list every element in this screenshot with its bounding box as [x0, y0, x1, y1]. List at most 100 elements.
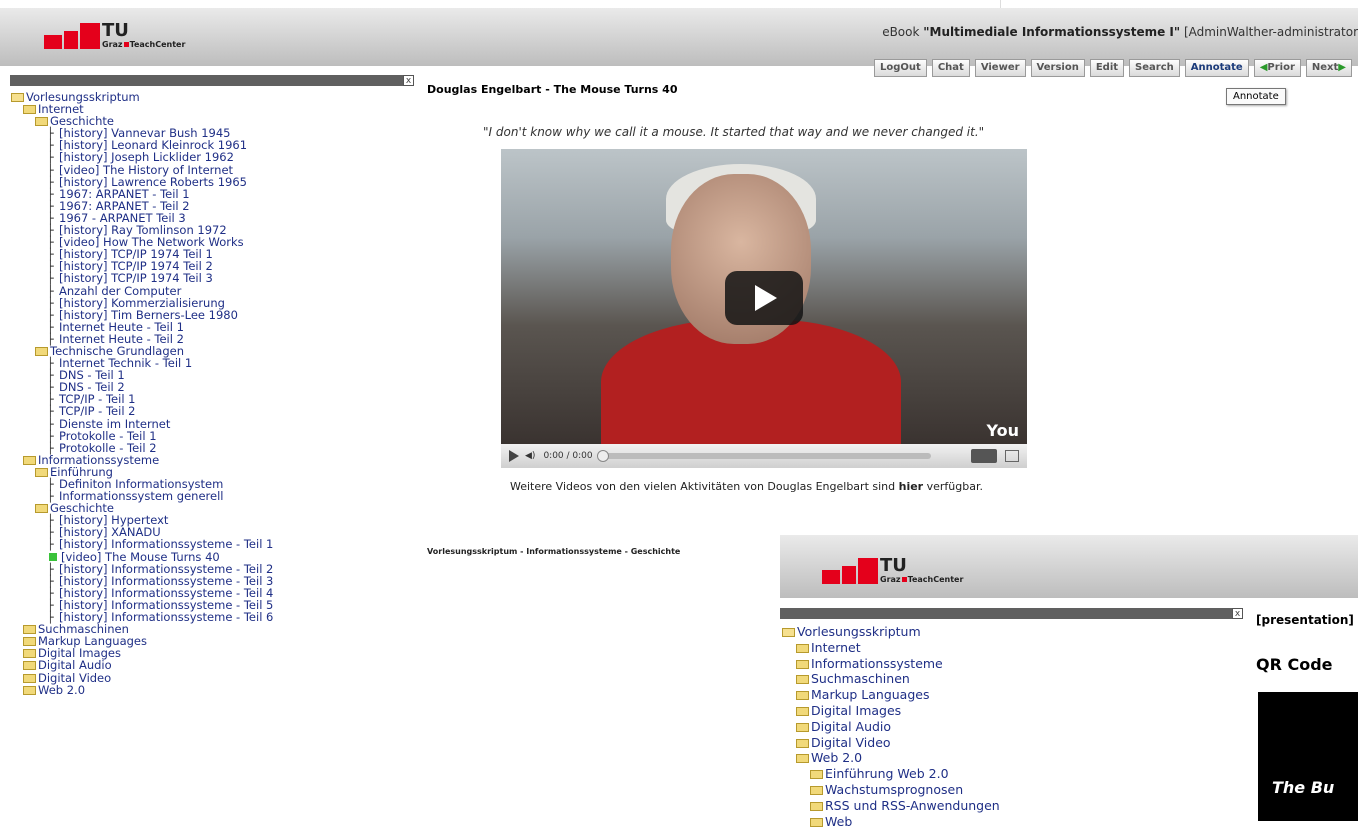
folder-icon: [23, 649, 36, 659]
tree-item-label[interactable]: Vorlesungsskriptum: [797, 624, 921, 639]
tree-folder-item[interactable]: Internet: [782, 640, 1000, 656]
edit-button[interactable]: Edit: [1089, 59, 1125, 77]
folder-icon: [23, 637, 36, 647]
folder-icon: [23, 673, 36, 683]
folder-icon: [35, 504, 48, 514]
folder-icon: [796, 675, 809, 685]
presentation-label: [presentation]: [1256, 613, 1354, 627]
folder-icon: [796, 691, 809, 701]
chat-button[interactable]: Chat: [931, 59, 970, 77]
tu-graz-logo[interactable]: TU Graz TeachCenter: [44, 22, 185, 49]
viewer-button[interactable]: Viewer: [974, 59, 1026, 77]
tree-folder-item[interactable]: Vorlesungsskriptum: [782, 624, 1000, 640]
tree-item-label[interactable]: Web: [825, 814, 852, 829]
sidebar-titlebar: x: [10, 75, 414, 86]
tree-folder-item[interactable]: Informationssysteme: [782, 656, 1000, 672]
folder-icon: [35, 117, 48, 127]
tree-folder-item[interactable]: Digital Images: [782, 703, 1000, 719]
volume-icon[interactable]: ◀): [525, 451, 535, 461]
play-icon[interactable]: [725, 271, 803, 325]
app-header: TU Graz TeachCenter eBook "Multimediale I…: [0, 8, 1358, 66]
tree-folder-item[interactable]: Markup Languages: [782, 687, 1000, 703]
prior-button[interactable]: ◀Prior: [1253, 59, 1301, 77]
fullscreen-icon[interactable]: [1005, 450, 1019, 462]
tree-folder-item[interactable]: Suchmaschinen: [782, 671, 1000, 687]
folder-icon: [796, 722, 809, 732]
tree-item-label[interactable]: Suchmaschinen: [811, 671, 910, 686]
tree-page-item[interactable]: ├ DNS - Teil 1: [11, 368, 273, 382]
tree-folder-item[interactable]: Digital Video: [782, 735, 1000, 751]
folder-icon: [796, 754, 809, 764]
toolbar: LogOut Chat Viewer Version Edit Search A…: [874, 59, 1352, 77]
breadcrumb: Vorlesungsskriptum - Informationssysteme…: [427, 547, 681, 556]
tree-folder-item[interactable]: RSS und RSS-Anwendungen: [782, 798, 1000, 814]
qr-code-heading: QR Code: [1256, 655, 1333, 674]
presentation-image[interactable]: The Bu: [1258, 692, 1358, 821]
tree-item-label[interactable]: Informationssysteme: [811, 656, 943, 671]
ebook-title: eBook "Multimediale Informationssysteme …: [882, 25, 1358, 39]
seek-bar[interactable]: [596, 450, 931, 462]
logo-tu-2: TU: [880, 555, 907, 576]
tree-item-label[interactable]: Einführung Web 2.0: [825, 766, 949, 781]
search-button[interactable]: Search: [1129, 59, 1180, 77]
tree-page-item[interactable]: ├ Internet Technik - Teil 1: [11, 356, 273, 370]
logout-button[interactable]: LogOut: [874, 59, 927, 77]
tree-folder-item[interactable]: Digital Audio: [782, 719, 1000, 735]
folder-icon: [23, 661, 36, 671]
folder-icon: [810, 785, 823, 795]
window2-sidebar-titlebar: x: [780, 608, 1243, 619]
tree-folder-item[interactable]: Einführung Web 2.0: [782, 766, 1000, 782]
video-time: 0:00 / 0:00: [543, 451, 593, 461]
tree-folder-item[interactable]: Web 2.0: [11, 683, 273, 697]
folder-icon: [782, 628, 795, 637]
tree-item-label[interactable]: Digital Audio: [811, 719, 891, 734]
folder-icon: [796, 738, 809, 748]
tree-page-item[interactable]: ├ DNS - Teil 2: [11, 381, 273, 395]
tree-item-label[interactable]: Wachstumsprognosen: [825, 782, 963, 797]
tree-item-label[interactable]: Digital Video: [811, 735, 891, 750]
tree-folder-item[interactable]: Web 2.0: [782, 750, 1000, 766]
tree-item-label[interactable]: Digital Images: [811, 703, 901, 718]
more-videos-text: Weitere Videos von den vielen Aktivitäte…: [510, 480, 983, 493]
folder-icon: [35, 346, 48, 356]
folder-icon: [23, 455, 36, 465]
sidebar-close-button[interactable]: x: [403, 75, 414, 86]
folder-icon: [810, 817, 823, 827]
top-divider: [1000, 0, 1358, 8]
tree-item-label[interactable]: Markup Languages: [811, 687, 929, 702]
folder-icon: [23, 105, 36, 115]
tree-item-label[interactable]: Internet: [811, 640, 861, 655]
tree-item-label[interactable]: Web 2.0: [38, 683, 85, 697]
folder-icon: [810, 801, 823, 811]
screen-size-button[interactable]: [971, 449, 997, 463]
folder-icon: [796, 706, 809, 716]
tree-page-item[interactable]: ├ TCP/IP - Teil 1: [11, 393, 273, 407]
seek-handle[interactable]: [596, 450, 609, 462]
folder-icon: [23, 685, 36, 695]
tree-folder-item[interactable]: Wachstumsprognosen: [782, 782, 1000, 798]
video-player[interactable]: You ◀) 0:00 / 0:00: [501, 149, 1027, 468]
tree-folder-item[interactable]: Web: [782, 814, 1000, 829]
tree-item-label[interactable]: RSS und RSS-Anwendungen: [825, 798, 1000, 813]
folder-icon: [796, 659, 809, 669]
logo-tu: TU: [102, 20, 129, 41]
version-button[interactable]: Version: [1030, 59, 1085, 77]
annotate-popup[interactable]: Annotate: [1226, 88, 1286, 105]
folder-icon: [810, 770, 823, 780]
folder-icon: [796, 643, 809, 653]
tree-item-label[interactable]: Web 2.0: [811, 750, 862, 765]
video-frame[interactable]: You: [501, 149, 1027, 444]
next-button[interactable]: Next▶: [1305, 59, 1352, 77]
play-button-icon[interactable]: [509, 450, 519, 462]
video-controls: ◀) 0:00 / 0:00: [501, 444, 1027, 468]
youtube-logo[interactable]: You: [987, 421, 1020, 440]
window2-header: TU Graz TeachCenter: [780, 535, 1358, 598]
more-videos-link[interactable]: hier: [899, 480, 924, 493]
annotate-button[interactable]: Annotate: [1184, 59, 1249, 77]
navigation-tree: Vorlesungsskriptum Internet Geschichte ├ [hi…: [11, 90, 273, 697]
quote: "I don't know why we call it a mouse. It…: [483, 125, 985, 139]
folder-icon: [35, 467, 48, 477]
window2-sidebar-close-button[interactable]: x: [1232, 608, 1243, 619]
tu-graz-logo-2[interactable]: TU Graz TeachCenter: [822, 557, 963, 584]
window2-navigation-tree: Vorlesungsskriptum Internet Informationssy…: [782, 624, 1000, 829]
